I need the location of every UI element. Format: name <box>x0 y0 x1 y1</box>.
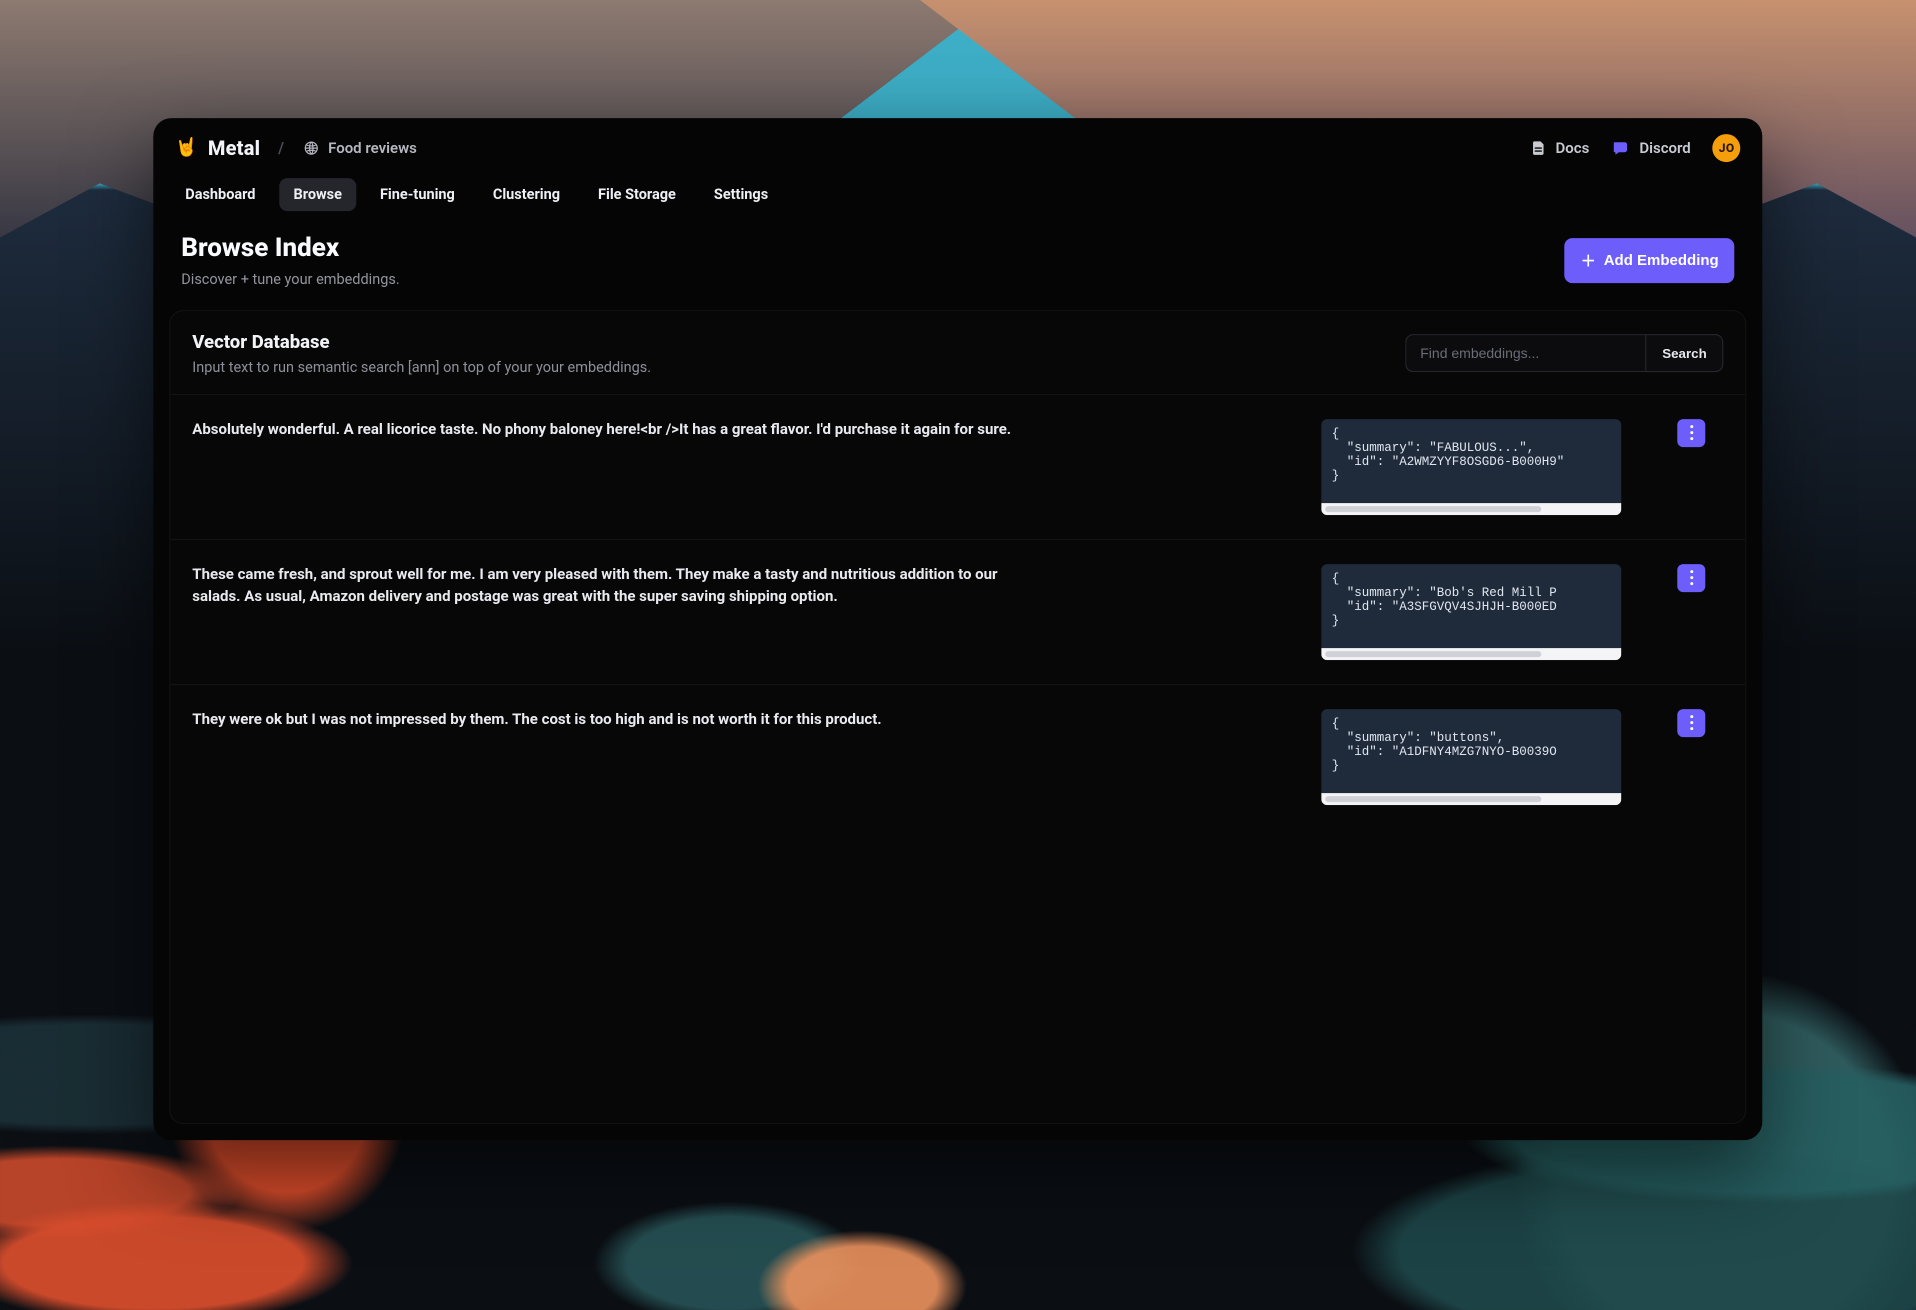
tab-settings[interactable]: Settings <box>700 178 782 211</box>
embedding-row: Absolutely wonderful. A real licorice ta… <box>170 395 1745 540</box>
horizontal-scrollbar[interactable] <box>1322 793 1622 805</box>
docs-icon <box>1530 139 1548 157</box>
row-actions-menu-button[interactable] <box>1678 419 1706 447</box>
card-header: Vector Database Input text to run semant… <box>170 311 1745 395</box>
embedding-json-preview: { "summary": "Bob's Red Mill P "id": "A3… <box>1322 564 1622 660</box>
embedding-row: They were ok but I was not impressed by … <box>170 685 1745 829</box>
card-title: Vector Database <box>192 331 651 353</box>
project-icon <box>302 139 320 157</box>
horizontal-scrollbar[interactable] <box>1322 503 1622 515</box>
discord-link[interactable]: Discord <box>1611 138 1690 158</box>
top-actions: Docs Discord JO <box>1530 134 1741 162</box>
breadcrumb-project: Food reviews <box>328 139 417 157</box>
plus-icon: ＋ <box>1581 250 1596 271</box>
horizontal-scrollbar[interactable] <box>1322 648 1622 660</box>
page-header: Browse Index Discover + tune your embedd… <box>153 227 1762 310</box>
kebab-icon <box>1690 425 1693 440</box>
docs-label: Docs <box>1556 139 1590 157</box>
tab-clustering[interactable]: Clustering <box>479 178 574 211</box>
embedding-json-preview: { "summary": "buttons", "id": "A1DFNY4MZ… <box>1322 709 1622 805</box>
main-tabs: Dashboard Browse Fine-tuning Clustering File… <box>153 170 1762 227</box>
embedding-text: Absolutely wonderful. A real licorice ta… <box>192 419 1012 441</box>
add-embedding-button[interactable]: ＋ Add Embedding <box>1565 238 1735 283</box>
tab-file-storage[interactable]: File Storage <box>584 178 690 211</box>
kebab-icon <box>1690 715 1693 730</box>
tab-fine-tuning[interactable]: Fine-tuning <box>366 178 469 211</box>
breadcrumb-separator: / <box>278 138 284 157</box>
brand-name: Metal <box>208 136 260 160</box>
tab-dashboard[interactable]: Dashboard <box>171 178 269 211</box>
breadcrumb[interactable]: Food reviews <box>302 139 417 157</box>
vector-db-card: Vector Database Input text to run semant… <box>169 310 1746 1124</box>
embedding-json-preview: { "summary": "FABULOUS...", "id": "A2WMZ… <box>1322 419 1622 515</box>
embedding-text: These came fresh, and sprout well for me… <box>192 564 1012 608</box>
discord-icon <box>1611 138 1631 158</box>
embedding-json-code: { "summary": "buttons", "id": "A1DFNY4MZ… <box>1322 709 1622 793</box>
embedding-text: They were ok but I was not impressed by … <box>192 709 1012 731</box>
tab-browse[interactable]: Browse <box>279 178 355 211</box>
embedding-rows: Absolutely wonderful. A real licorice ta… <box>170 395 1745 829</box>
embedding-json-code: { "summary": "FABULOUS...", "id": "A2WMZ… <box>1322 419 1622 503</box>
app-window: 🤘 Metal / Food reviews <box>153 118 1762 1140</box>
row-actions-menu-button[interactable] <box>1678 709 1706 737</box>
add-embedding-label: Add Embedding <box>1604 252 1719 269</box>
brand[interactable]: 🤘 Metal <box>175 136 260 160</box>
brand-logo-icon: 🤘 <box>175 139 198 157</box>
search-button[interactable]: Search <box>1645 334 1723 372</box>
embedding-row: These came fresh, and sprout well for me… <box>170 540 1745 685</box>
row-actions-menu-button[interactable] <box>1678 564 1706 592</box>
search-input[interactable] <box>1405 334 1645 372</box>
embedding-json-code: { "summary": "Bob's Red Mill P "id": "A3… <box>1322 564 1622 648</box>
docs-link[interactable]: Docs <box>1530 139 1590 157</box>
avatar[interactable]: JO <box>1713 134 1741 162</box>
topbar: 🤘 Metal / Food reviews <box>153 118 1762 170</box>
page-title: Browse Index <box>181 233 399 263</box>
avatar-initials: JO <box>1719 141 1735 155</box>
card-subtitle: Input text to run semantic search [ann] … <box>192 359 651 376</box>
kebab-icon <box>1690 570 1693 585</box>
discord-label: Discord <box>1639 139 1690 157</box>
page-subtitle: Discover + tune your embeddings. <box>181 271 399 288</box>
search-button-label: Search <box>1662 346 1706 361</box>
search-group: Search <box>1405 334 1723 372</box>
